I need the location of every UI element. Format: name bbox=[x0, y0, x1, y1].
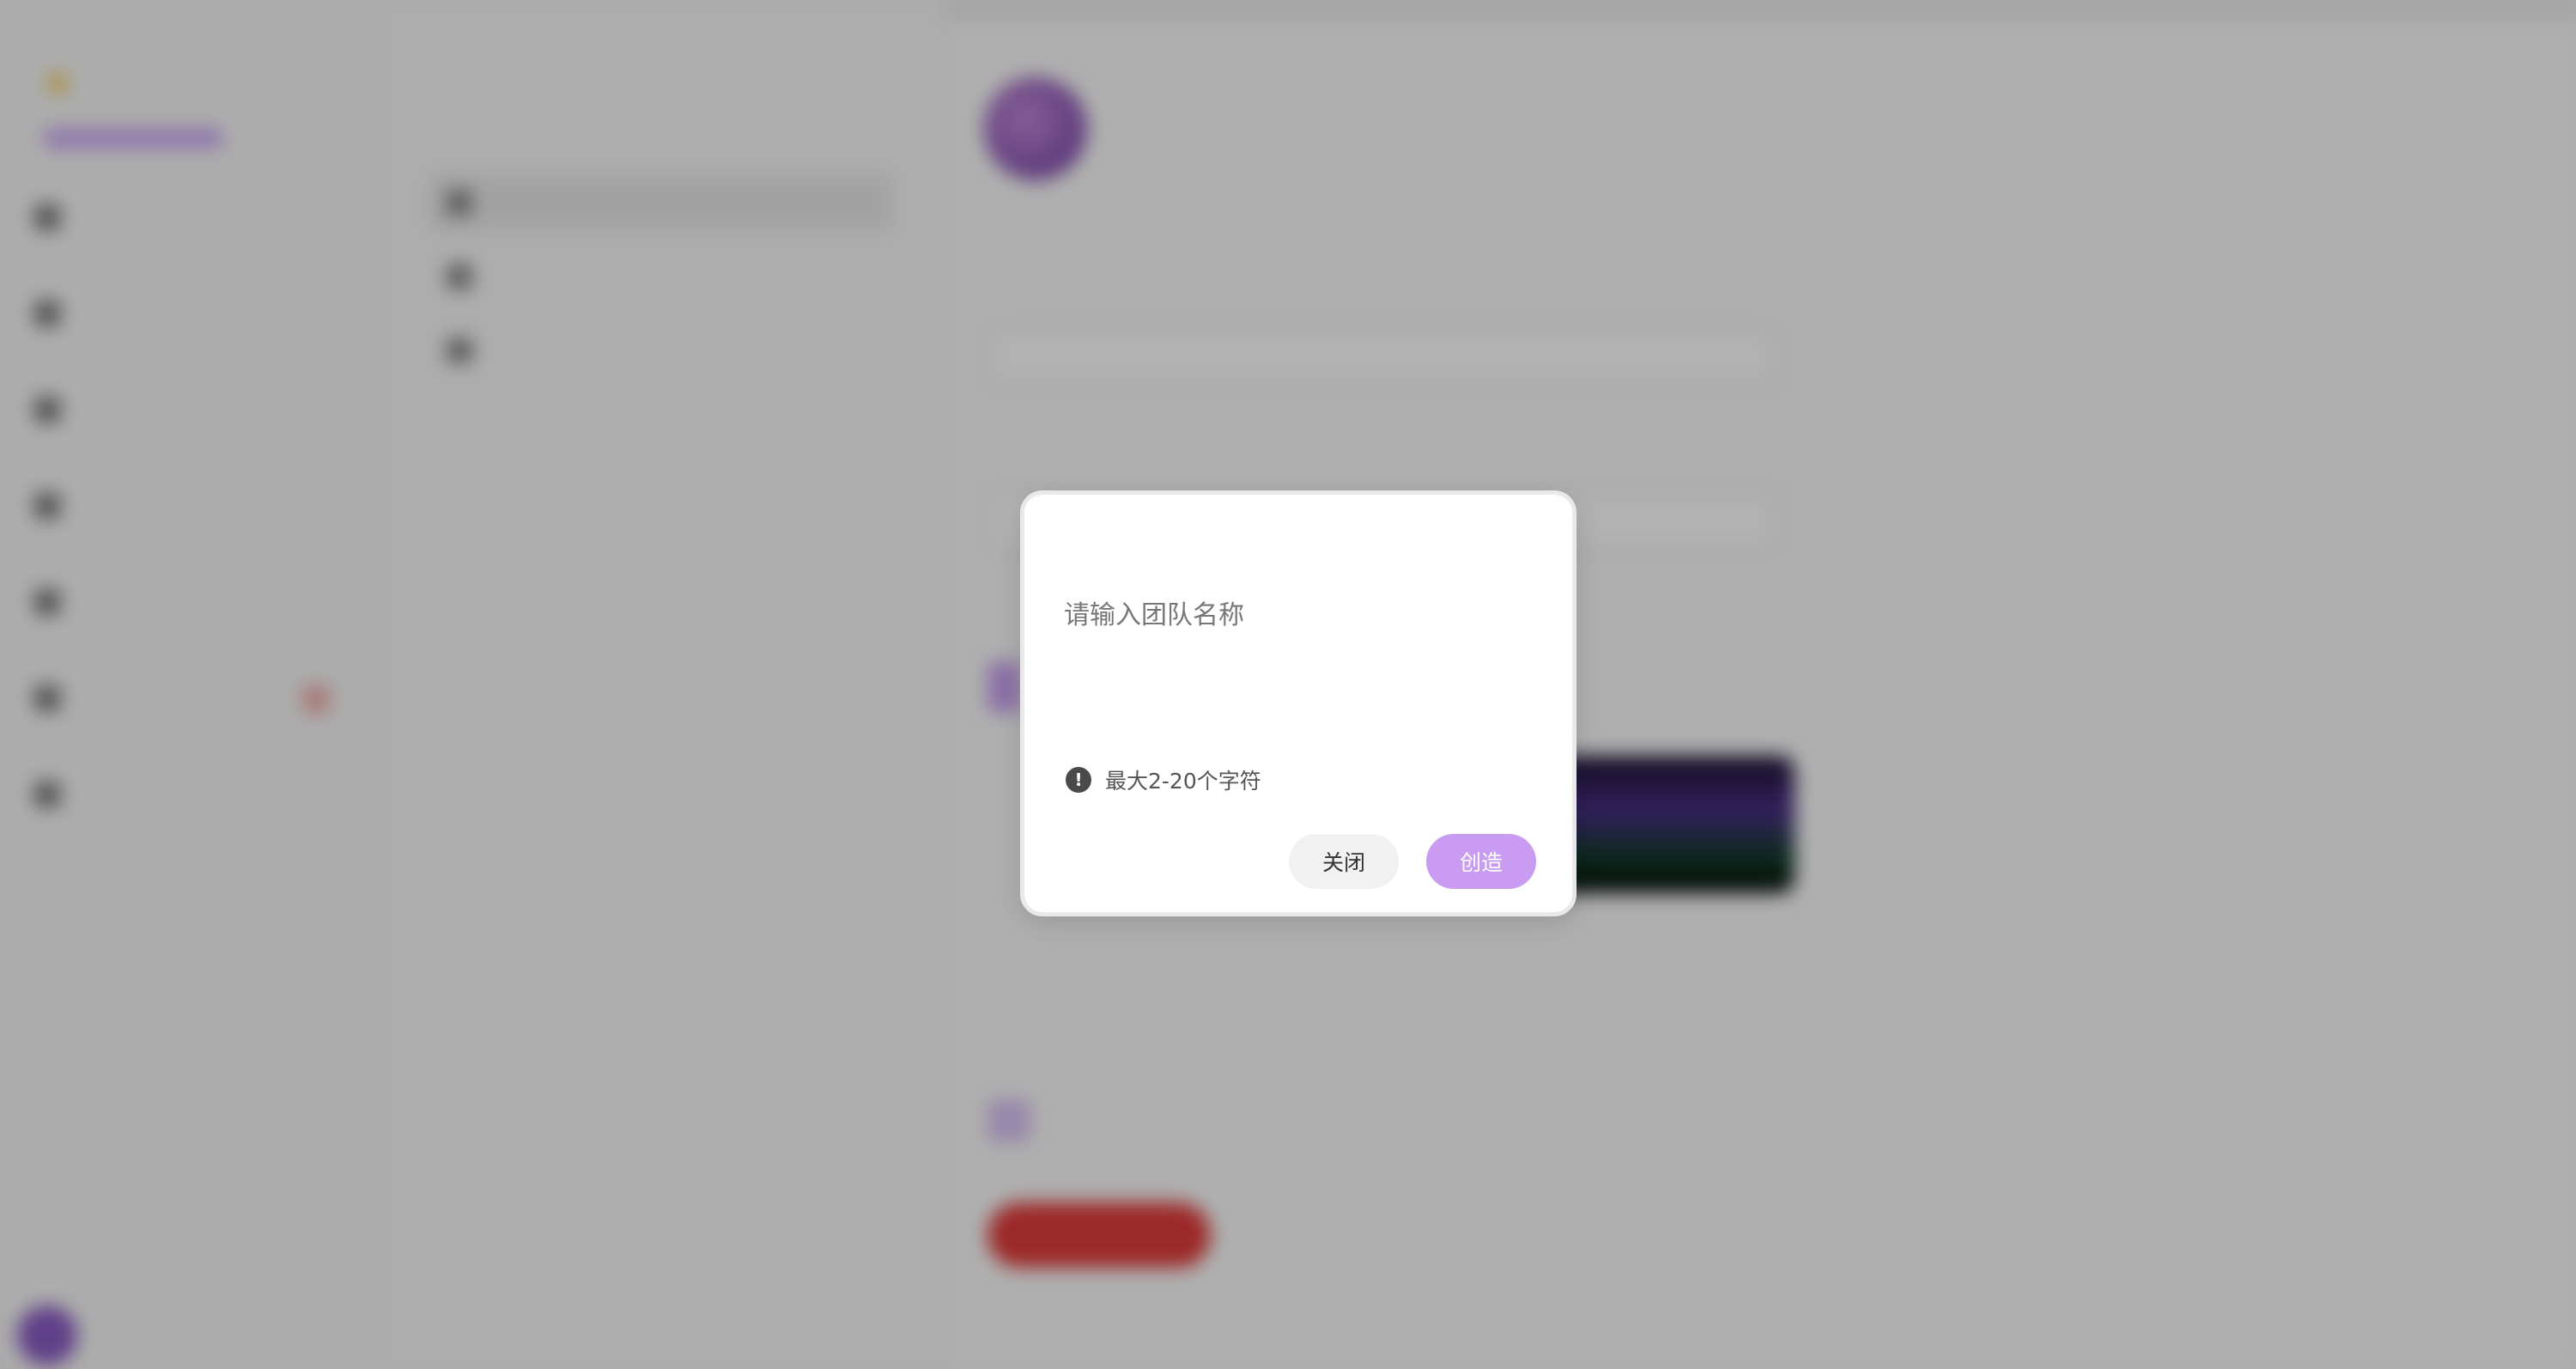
create-button[interactable]: 创造 bbox=[1426, 834, 1536, 889]
exclamation-circle-icon: ! bbox=[1066, 767, 1091, 793]
validation-hint: ! 最大2-20个字符 bbox=[1066, 764, 1261, 795]
team-name-input[interactable] bbox=[1062, 589, 1543, 641]
create-team-dialog: ! 最大2-20个字符 关闭 创造 bbox=[1020, 490, 1577, 916]
close-button[interactable]: 关闭 bbox=[1289, 834, 1399, 889]
hint-text: 最大2-20个字符 bbox=[1105, 769, 1261, 794]
